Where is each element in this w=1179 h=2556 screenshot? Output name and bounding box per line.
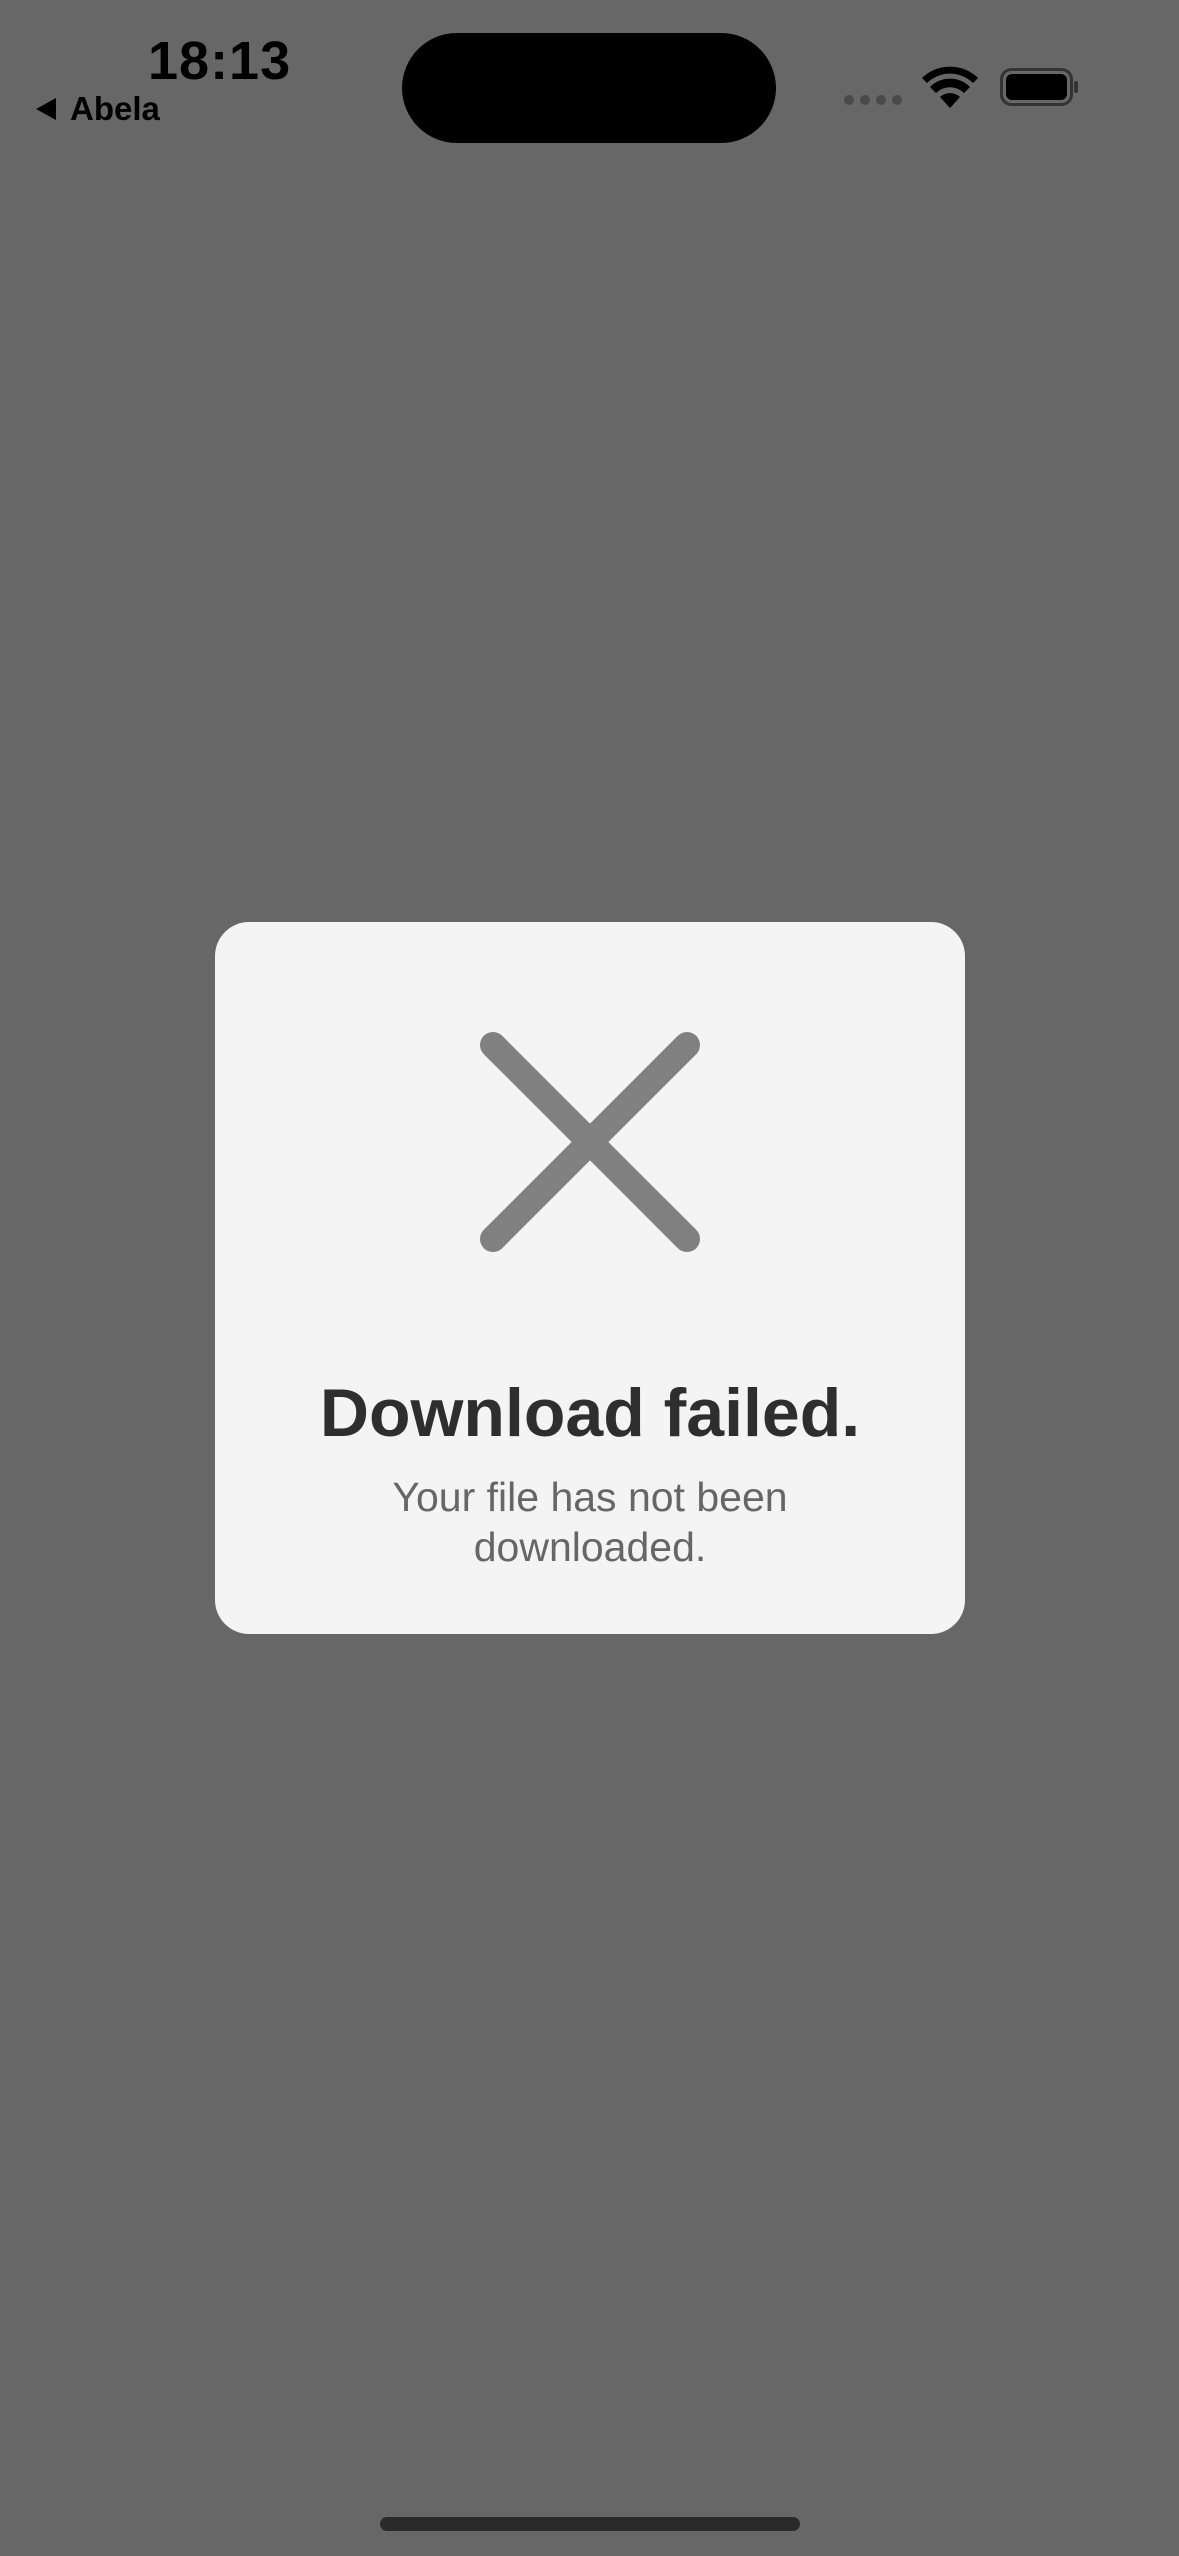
close-x-icon: [480, 1032, 700, 1252]
download-failed-dialog: Download failed. Your file has not been …: [215, 922, 965, 1634]
back-app-label: Abela: [70, 90, 160, 127]
wifi-icon: [922, 66, 978, 108]
home-indicator[interactable]: [380, 2517, 800, 2531]
dialog-title: Download failed.: [319, 1375, 861, 1451]
dialog-message: Your file has not been downloaded.: [392, 1474, 788, 1570]
status-time: 18:13: [148, 31, 292, 91]
dynamic-island: [402, 33, 776, 143]
status-bar: 18:13 Abela: [0, 0, 1179, 150]
back-arrow-icon: [36, 98, 56, 120]
cellular-signal-icon: [844, 95, 902, 105]
battery-icon: [1000, 68, 1078, 106]
back-to-app-link[interactable]: Abela: [36, 90, 160, 128]
